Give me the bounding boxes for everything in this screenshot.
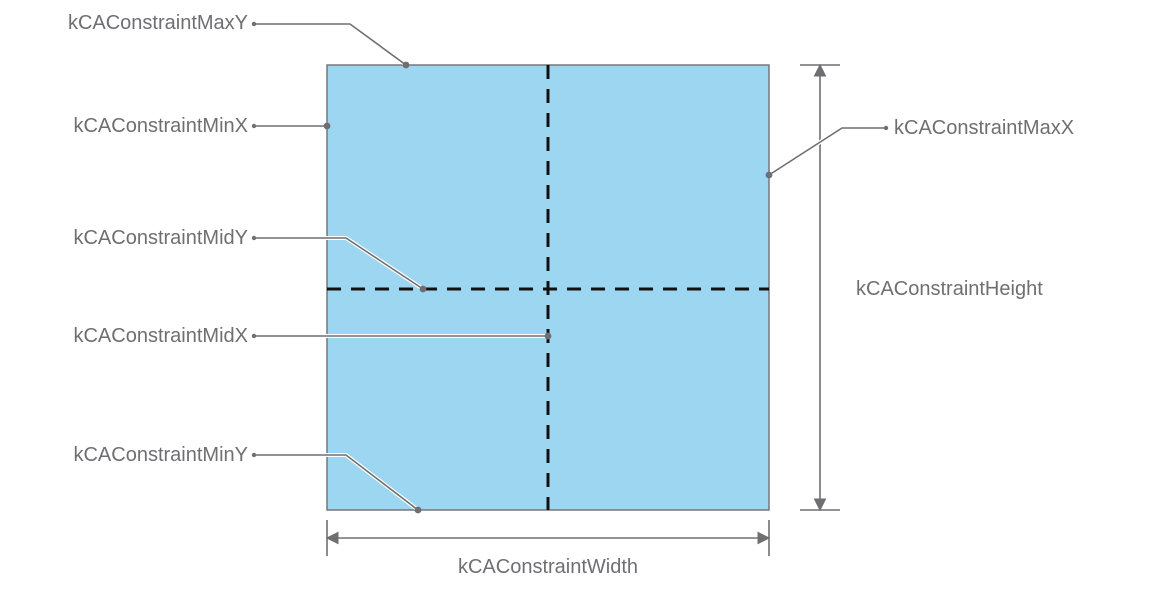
- label-maxX: kCAConstraintMaxX: [894, 117, 1074, 140]
- label-minY: kCAConstraintMinY: [38, 444, 248, 467]
- label-midX: kCAConstraintMidX: [38, 325, 248, 348]
- constraint-diagram: [0, 0, 1170, 604]
- callout-maxX: [766, 126, 889, 179]
- label-minX: kCAConstraintMinX: [38, 115, 248, 138]
- callout-minX: [252, 123, 331, 130]
- label-midY: kCAConstraintMidY: [38, 227, 248, 250]
- label-maxY: kCAConstraintMaxY: [38, 12, 248, 35]
- label-height: kCAConstraintHeight: [856, 278, 1043, 301]
- width-dimension: [327, 520, 769, 556]
- callout-maxY: [252, 22, 410, 69]
- label-width: kCAConstraintWidth: [370, 556, 726, 579]
